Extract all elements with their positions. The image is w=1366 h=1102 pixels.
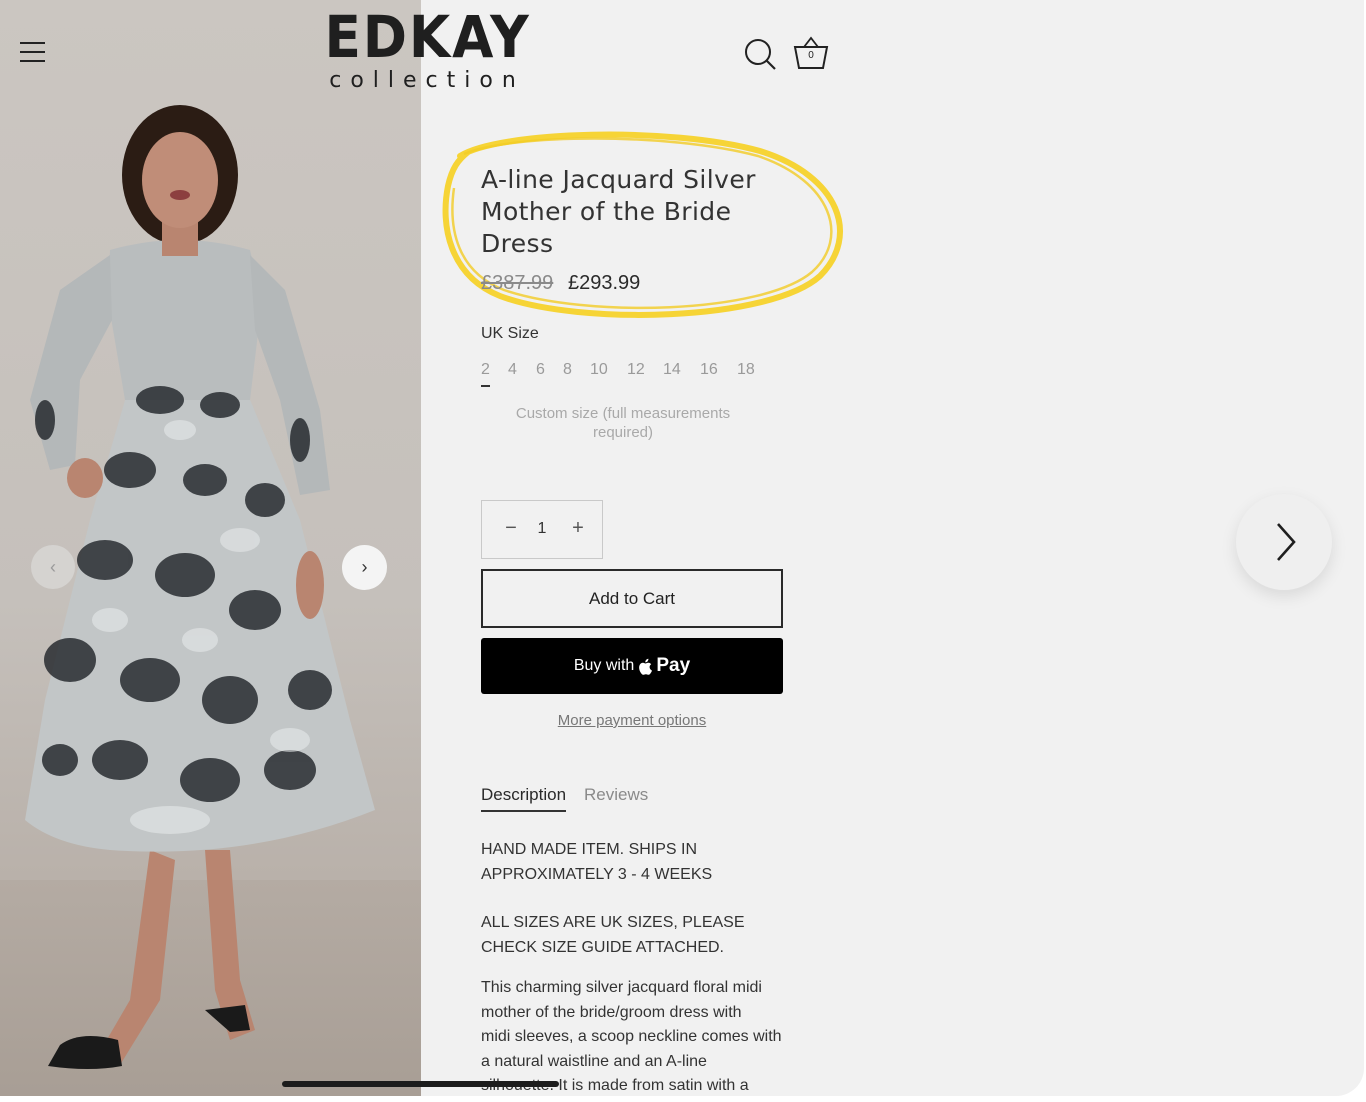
menu-button[interactable] <box>20 42 45 62</box>
gallery-next-button[interactable]: › <box>342 545 387 590</box>
hamburger-menu-icon-line <box>20 60 45 62</box>
description-paragraph: This charming silver jacquard floral mid… <box>481 976 786 1096</box>
next-product-button[interactable] <box>1236 494 1332 590</box>
size-option-16[interactable]: 16 <box>700 361 718 385</box>
more-payment-options-link[interactable]: More payment options <box>481 712 783 729</box>
add-to-cart-label: Add to Cart <box>589 588 675 608</box>
custom-size-option[interactable]: Custom size (full measurements required) <box>492 404 754 442</box>
product-title: A-line Jacquard Silver Mother of the Bri… <box>481 164 801 260</box>
custom-size-line: required) <box>592 424 654 441</box>
brand-logo[interactable]: EDKAY collection <box>316 6 528 100</box>
size-option-8[interactable]: 8 <box>563 361 572 385</box>
product-title-line: Dress <box>481 229 554 258</box>
size-label: UK Size <box>481 325 539 342</box>
brand-subtitle: collection <box>329 68 525 93</box>
description-line: This charming silver jacquard floral mid… <box>481 979 762 996</box>
description-line: CHECK SIZE GUIDE ATTACHED. <box>481 938 724 956</box>
quantity-stepper: − 1 + <box>481 500 603 559</box>
description-line: ALL SIZES ARE UK SIZES, PLEASE <box>481 914 745 931</box>
product-title-line: A-line Jacquard Silver <box>481 165 756 194</box>
quantity-decrease-button[interactable]: − <box>501 517 521 540</box>
custom-size-line: Custom size (full measurements <box>515 405 731 422</box>
apple-logo-icon <box>639 658 653 675</box>
tab-description[interactable]: Description <box>481 785 567 812</box>
size-option-12[interactable]: 12 <box>627 361 645 385</box>
hamburger-menu-icon <box>20 42 45 44</box>
size-option-18[interactable]: 18 <box>737 361 755 385</box>
apple-pay-button[interactable]: Buy with Pay <box>481 638 783 694</box>
add-to-cart-button[interactable]: Add to Cart <box>481 569 783 628</box>
search-icon <box>745 39 776 70</box>
home-indicator[interactable] <box>282 1081 559 1087</box>
description-paragraph: HAND MADE ITEM. SHIPS IN APPROXIMATELY 3… <box>481 838 786 887</box>
apple-pay-label: Pay <box>656 655 691 676</box>
description-line: APPROXIMATELY 3 - 4 WEEKS <box>481 865 713 883</box>
size-option-14[interactable]: 14 <box>663 361 681 385</box>
chevron-right-icon <box>1277 523 1296 561</box>
description-line: a natural waistline and an A-line <box>481 1052 707 1070</box>
tab-reviews[interactable]: Reviews <box>584 785 648 805</box>
apple-pay-buy-label: Buy with <box>573 657 635 674</box>
product-title-line: Mother of the Bride <box>481 197 732 226</box>
quantity-increase-button[interactable]: + <box>568 517 588 540</box>
search-button[interactable] <box>744 38 776 70</box>
description-line: HAND MADE ITEM. SHIPS IN <box>481 841 698 858</box>
quantity-value[interactable]: 1 <box>531 520 553 538</box>
product-page: EDKAY collection 0 ‹ › A-line Jacquard S… <box>0 0 1364 1096</box>
description-paragraph: ALL SIZES ARE UK SIZES, PLEASE CHECK SIZ… <box>481 911 786 960</box>
chevron-right-icon: › <box>361 557 368 577</box>
size-option-10[interactable]: 10 <box>590 361 608 385</box>
cart-count: 0 <box>808 50 814 61</box>
hamburger-menu-icon-line <box>20 51 45 53</box>
sale-price: £293.99 <box>568 272 641 294</box>
size-option-4[interactable]: 4 <box>508 361 517 385</box>
original-price: £387.99 <box>481 272 554 294</box>
chevron-left-icon: ‹ <box>50 556 56 577</box>
size-option-6[interactable]: 6 <box>536 361 545 385</box>
gallery-prev-button[interactable]: ‹ <box>31 545 75 589</box>
description-line: midi sleeves, a scoop neckline comes wit… <box>481 1028 782 1046</box>
description-line: mother of the bride/groom dress with <box>481 1003 742 1021</box>
brand-name: EDKAY <box>324 3 531 71</box>
size-option-2[interactable]: 2 <box>481 361 490 387</box>
cart-button[interactable]: 0 <box>792 35 830 71</box>
